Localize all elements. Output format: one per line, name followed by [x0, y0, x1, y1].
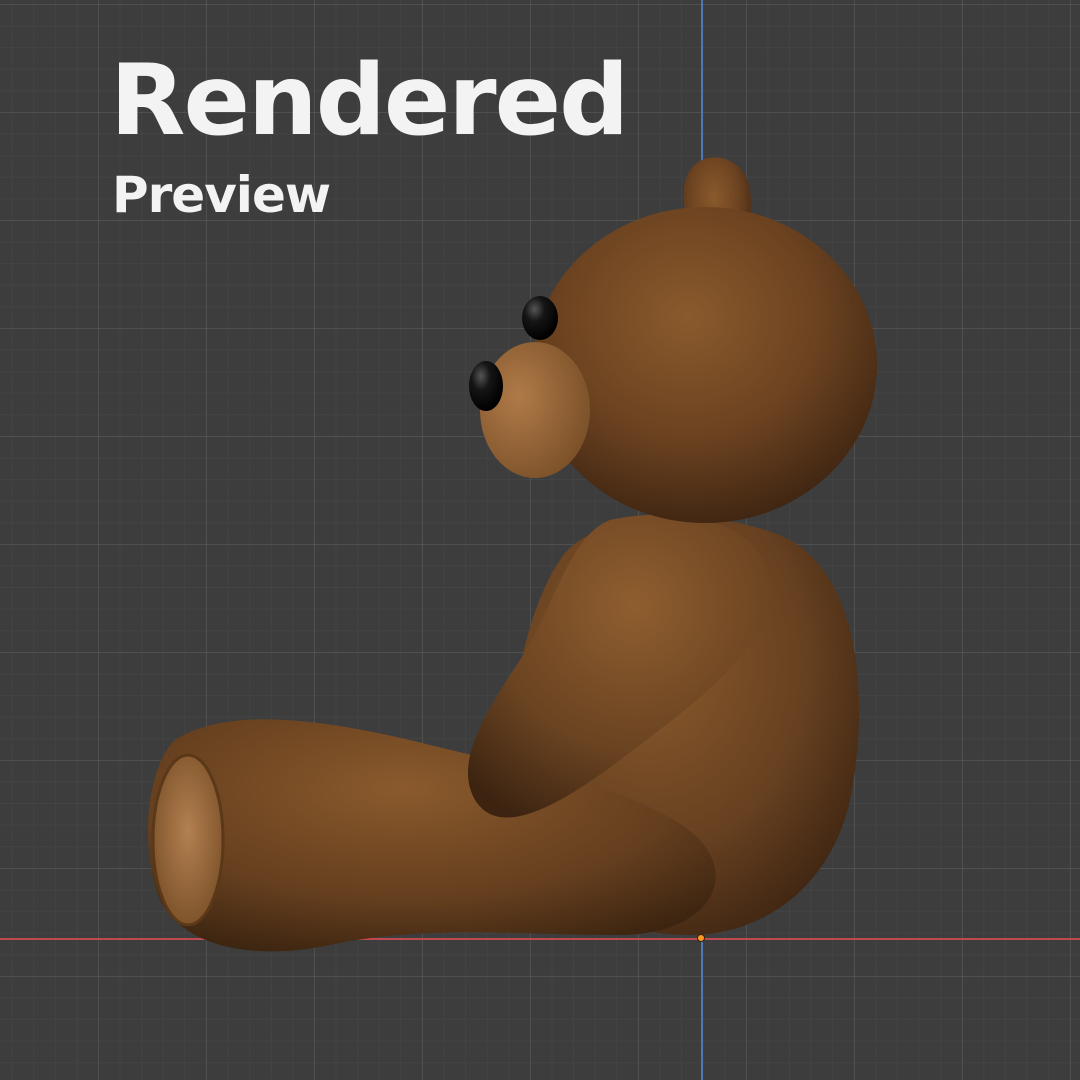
- bear-eye: [522, 296, 558, 340]
- bear-muzzle: [480, 342, 590, 478]
- overlay-subtitle: Preview: [112, 166, 331, 224]
- overlay-title: Rendered: [110, 44, 629, 158]
- teddy-bear-render[interactable]: [0, 0, 1080, 1080]
- bear-nose: [469, 361, 503, 411]
- bear-foot-sole: [151, 753, 225, 927]
- origin-point: [697, 934, 705, 942]
- bear-head: [533, 207, 877, 523]
- 3d-viewport[interactable]: Rendered Preview: [0, 0, 1080, 1080]
